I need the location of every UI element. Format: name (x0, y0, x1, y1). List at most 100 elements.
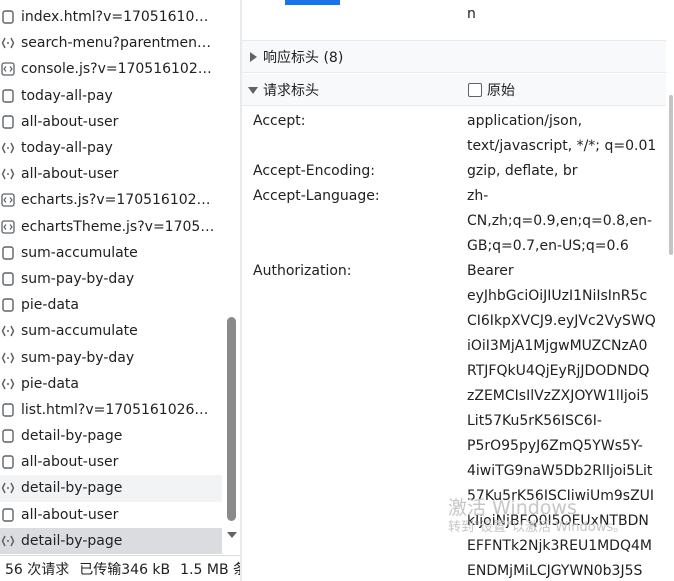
header-value-line: CN,zh;q=0.9,en;q=0.8,en- (467, 213, 653, 229)
request-name: sum-pay-by-day (21, 270, 135, 287)
request-row[interactable]: all-about-user (0, 109, 222, 135)
request-name: detail-by-page (21, 480, 123, 497)
active-tab-indicator (285, 0, 340, 5)
request-row[interactable]: detail-by-page (0, 475, 222, 502)
fetch-icon (1, 168, 15, 180)
request-name: today-all-pay (21, 87, 113, 104)
request-list: index.html?v=17051610263... search-menu?p… (0, 4, 222, 554)
network-summary-bar: 56 次请求 已传输346 kB 1.5 MB 条 (0, 555, 240, 581)
xhr-icon (2, 115, 14, 129)
resources-size: 1.5 MB 条 (180, 561, 240, 578)
headers-panel: n 响应标头 (8) 请求标头 原始 Accept: application/js… (242, 0, 674, 581)
request-name: list.html?v=1705161026348 (21, 401, 217, 418)
raw-toggle[interactable]: 原始 (468, 80, 515, 100)
fetch-icon (1, 142, 15, 154)
xhr-icon (2, 88, 14, 103)
request-name: echartsTheme.js?v=170516... (21, 218, 217, 235)
request-row[interactable]: sum-accumulate (0, 318, 222, 344)
request-row[interactable]: today-all-pay (0, 83, 222, 109)
header-value-line: gzip, deflate, br (467, 163, 578, 179)
headers-scrollbar-thumb[interactable] (669, 95, 673, 255)
header-value[interactable]: zh- CN,zh;q=0.9,en;q=0.8,en- GB;q=0.7,en-U… (467, 184, 653, 259)
request-row[interactable]: console.js?v=1705161026348 (0, 56, 222, 82)
header-value-line: P5rO95pyJ6ZmQ5YWs5Y- (467, 438, 643, 454)
header-value-line: ENDMjMiLCJGYWN0b3J5S (467, 563, 643, 579)
request-row[interactable]: all-about-user (0, 161, 222, 187)
request-row[interactable]: sum-pay-by-day (0, 266, 222, 292)
fetch-icon (1, 483, 15, 494)
request-list-panel: index.html?v=17051610263... search-menu?p… (0, 0, 240, 581)
script-icon (1, 219, 15, 234)
request-count: 56 次请求 (5, 561, 70, 578)
script-icon (1, 193, 15, 208)
request-name: sum-accumulate (21, 244, 138, 261)
header-value[interactable]: application/json, text/javascript, */*; q… (467, 109, 657, 159)
headers-scrollbar[interactable] (667, 0, 674, 581)
request-name: all-about-user (21, 506, 119, 523)
general-value: n (467, 6, 476, 22)
request-row[interactable]: pie-data (0, 292, 222, 318)
scrollbar-thumb[interactable] (227, 317, 236, 521)
general-section-tail: n (242, 0, 666, 41)
header-row: Accept-Encoding: gzip, deflate, br (253, 159, 663, 184)
request-name: detail-by-page (21, 428, 123, 445)
request-name: echarts.js?v=1705161026348 (21, 192, 217, 209)
header-value-line: 57Ku5rK56ISCIiwiUm9sZUI (467, 488, 655, 504)
xhr-icon (2, 455, 14, 469)
triangle-right-icon (250, 51, 257, 62)
header-value-line: RTJFQkU4QjEyRjJDODNDQ (467, 363, 650, 379)
request-row[interactable]: echartsTheme.js?v=170516... (0, 214, 222, 240)
request-row[interactable]: all-about-user (0, 502, 222, 528)
xhr-icon (2, 246, 14, 260)
header-value-line: application/json, (467, 113, 583, 129)
header-name: Accept: (253, 113, 306, 129)
request-row[interactable]: search-menu?parentmenuid... (0, 30, 222, 56)
header-name: Accept-Language: (253, 188, 380, 204)
header-value-line: zh- (467, 188, 489, 204)
header-row: Authorization: Bearer eyJhbGciOiJIUzI1NiIs… (253, 259, 663, 581)
header-row: Accept-Language: zh- CN,zh;q=0.9,en;q=0.8,… (253, 184, 663, 259)
response-headers-title: 响应标头 (8) (263, 49, 344, 66)
request-row[interactable]: sum-pay-by-day (0, 344, 222, 370)
header-value-line: zZEMCIsIlVzZXJOYW1lIjoi5 (467, 388, 650, 404)
request-row[interactable]: detail-by-page (0, 527, 222, 554)
request-row[interactable]: detail-by-page (0, 423, 222, 449)
transferred-size: 已传输346 kB (79, 561, 171, 578)
fetch-icon (1, 352, 15, 363)
xhr-icon (2, 272, 14, 286)
response-headers-section[interactable]: 响应标头 (8) (242, 41, 666, 73)
header-value-line: Bearer (467, 263, 514, 279)
header-value-line: EFFNTk2Njk3REU1MDQ4M (467, 538, 652, 554)
raw-label: 原始 (487, 82, 515, 99)
scroll-down-arrow-icon[interactable] (227, 531, 237, 539)
header-value[interactable]: Bearer eyJhbGciOiJIUzI1NiIsInR5c CI6IkpXVC… (467, 259, 656, 581)
request-row[interactable]: today-all-pay (0, 135, 222, 161)
request-row[interactable]: pie-data (0, 371, 222, 397)
header-value-line: Lit57Ku5rK56ISC6I- (467, 413, 602, 429)
header-value-line: iOiI3MjA1MjgwMUZCNzA0 (467, 338, 648, 354)
raw-checkbox[interactable] (468, 82, 482, 97)
request-row[interactable]: sum-accumulate (0, 240, 222, 266)
header-value[interactable]: gzip, deflate, br (467, 159, 653, 184)
request-row[interactable]: list.html?v=1705161026348 (0, 397, 222, 423)
request-name: today-all-pay (21, 140, 113, 157)
header-value-line: 4iwiTG9naW5Db2RlIjoi5Lit (467, 463, 653, 479)
document-icon (2, 10, 14, 24)
xhr-icon (2, 507, 14, 522)
request-row[interactable]: all-about-user (0, 449, 222, 475)
xhr-icon (2, 429, 14, 443)
header-value-line: kIjoiNjBFQ0I5OEUxNTBDN (467, 513, 649, 529)
header-value-line: text/javascript, */*; q=0.01 (467, 138, 657, 154)
document-icon (2, 403, 14, 417)
request-headers-list: Accept: application/json, text/javascript,… (253, 109, 663, 581)
header-value-line: CI6IkpXVCJ9.eyJVc2VySWQ (467, 313, 656, 329)
request-headers-section[interactable]: 请求标头 原始 (242, 74, 666, 106)
request-name: pie-data (21, 297, 79, 314)
header-row: Accept: application/json, text/javascript,… (253, 109, 663, 159)
header-value-line: eyJhbGciOiJIUzI1NiIsInR5c (467, 288, 648, 304)
request-row[interactable]: index.html?v=17051610263... (0, 4, 222, 30)
request-list-scrollbar[interactable] (223, 0, 240, 555)
request-name: sum-pay-by-day (21, 349, 135, 366)
request-row[interactable]: echarts.js?v=1705161026348 (0, 187, 222, 213)
request-name: pie-data (21, 375, 79, 392)
